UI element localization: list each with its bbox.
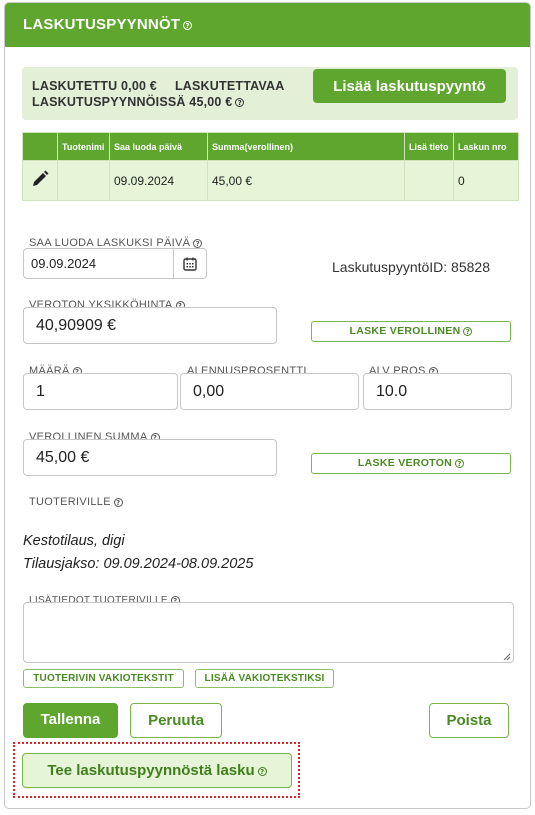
- help-icon[interactable]: ?: [113, 497, 123, 507]
- cell-invoice-no: 0: [453, 160, 519, 201]
- help-icon: ?: [455, 458, 465, 468]
- summary-text: LASKUTETTU 0,00 € LASKUTETTAVAA LASKUTUSP…: [32, 78, 285, 110]
- product-row-text: Kestotilaus, digi Tilausjakso: 09.09.202…: [23, 530, 253, 576]
- calculate-net-button[interactable]: LASKE VEROTON?: [311, 453, 511, 474]
- requests-total: LASKUTUSPYYNNÖISSÄ 45,00 €: [32, 95, 233, 109]
- product-text-line-2: Tilausjakso: 09.09.2024-08.09.2025: [23, 556, 254, 572]
- cell-date: 09.09.2024: [109, 160, 208, 201]
- cell-product: [57, 160, 110, 201]
- request-id: LaskutuspyyntöID: 85828: [332, 259, 490, 275]
- cell-sum: 45,00 €: [207, 160, 405, 201]
- help-icon[interactable]: ?: [193, 238, 203, 248]
- column-header-invoice-no: Laskun nro: [453, 132, 519, 161]
- help-icon: ?: [463, 326, 473, 336]
- help-icon[interactable]: ?: [235, 98, 245, 108]
- panel-header: LASKUTUSPYYNNÖT?: [5, 3, 530, 47]
- calendar-icon: [183, 257, 197, 271]
- column-header-edit: [22, 132, 58, 161]
- invoice-request-panel: LASKUTUSPYYNNÖT? LASKUTETTU 0,00 € LASKUT…: [4, 2, 531, 809]
- vat-input[interactable]: 10.0: [363, 373, 512, 410]
- calendar-button[interactable]: [173, 248, 207, 279]
- add-invoice-request-button[interactable]: Lisää laskutuspyyntö: [313, 69, 506, 103]
- edit-icon[interactable]: [30, 169, 50, 189]
- calculate-gross-button[interactable]: LASKE VEROLLINEN?: [311, 321, 511, 342]
- column-header-product: Tuotenimi: [57, 132, 110, 161]
- discount-input[interactable]: 0,00: [180, 373, 359, 410]
- cancel-button[interactable]: Peruuta: [130, 703, 222, 738]
- extra-info-textarea[interactable]: [23, 602, 514, 663]
- add-standard-text-button[interactable]: LISÄÄ VAKIOTEKSTIKSI: [195, 669, 334, 688]
- cell-info: [404, 160, 454, 201]
- delete-button[interactable]: Poista: [429, 703, 509, 738]
- help-icon: ?: [257, 766, 267, 776]
- quantity-input[interactable]: 1: [23, 373, 178, 410]
- invoiced-total: LASKUTETTU 0,00 €: [32, 79, 157, 93]
- gross-sum-input[interactable]: 45,00 €: [23, 439, 277, 476]
- help-icon[interactable]: ?: [183, 20, 193, 30]
- create-invoice-button[interactable]: Tee laskutuspyynnöstä lasku?: [22, 753, 292, 788]
- to-invoice-label: LASKUTETTAVAA: [174, 79, 285, 93]
- standard-texts-button[interactable]: TUOTERIVIN VAKIOTEKSTIT: [23, 669, 184, 688]
- edit-cell[interactable]: [22, 160, 58, 201]
- save-button[interactable]: Tallenna: [23, 703, 118, 738]
- net-price-input[interactable]: 40,90909 €: [23, 307, 277, 344]
- column-header-date: Saa luoda päivä: [109, 132, 208, 161]
- product-row-label: TUOTERIVILLE?: [29, 496, 123, 508]
- column-header-info: Lisä tieto: [404, 132, 454, 161]
- panel-title: LASKUTUSPYYNNÖT: [23, 16, 181, 33]
- product-text-line-1: Kestotilaus, digi: [23, 533, 125, 549]
- column-header-sum: Summa(verollinen): [207, 132, 405, 161]
- date-input[interactable]: 09.09.2024: [23, 248, 174, 279]
- table-row[interactable]: 09.09.2024 45,00 € 0: [22, 160, 519, 201]
- invoice-requests-table: Tuotenimi Saa luoda päivä Summa(verollin…: [22, 132, 519, 201]
- summary-box: LASKUTETTU 0,00 € LASKUTETTAVAA LASKUTUSP…: [22, 67, 518, 120]
- resize-handle-icon[interactable]: [503, 653, 511, 661]
